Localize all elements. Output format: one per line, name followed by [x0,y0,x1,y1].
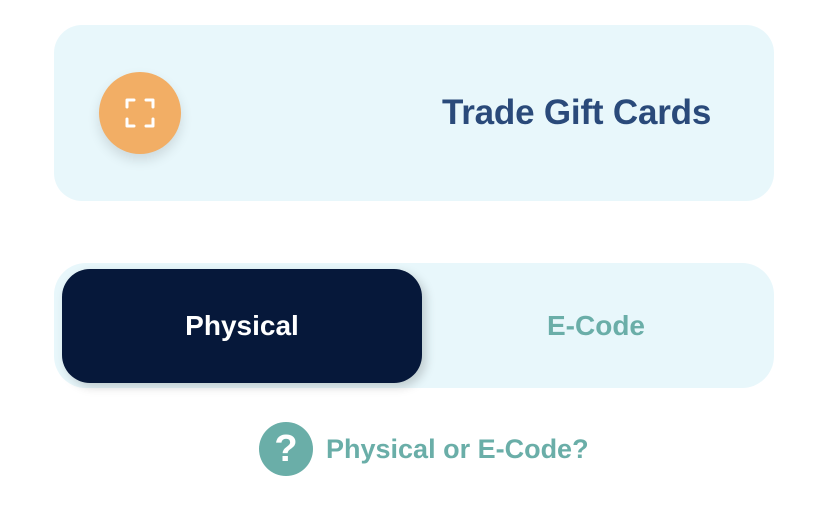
trade-gift-cards-card[interactable]: Trade Gift Cards [54,25,774,201]
help-link-label: Physical or E-Code? [326,433,589,464]
question-mark-icon: ? [259,422,313,476]
card-type-toggle[interactable]: Physical E-Code [54,263,774,388]
toggle-physical[interactable]: Physical [62,269,422,383]
trade-gift-cards-title: Trade Gift Cards [442,93,712,132]
toggle-e-code[interactable]: E-Code [416,269,776,383]
physical-or-ecode-help-link[interactable]: ? Physical or E-Code? [259,422,589,476]
trade-screen: Trade Gift Cards Physical E-Code ? Physi… [0,0,828,514]
scan-frame-icon [124,97,156,129]
scan-button[interactable] [99,72,181,154]
